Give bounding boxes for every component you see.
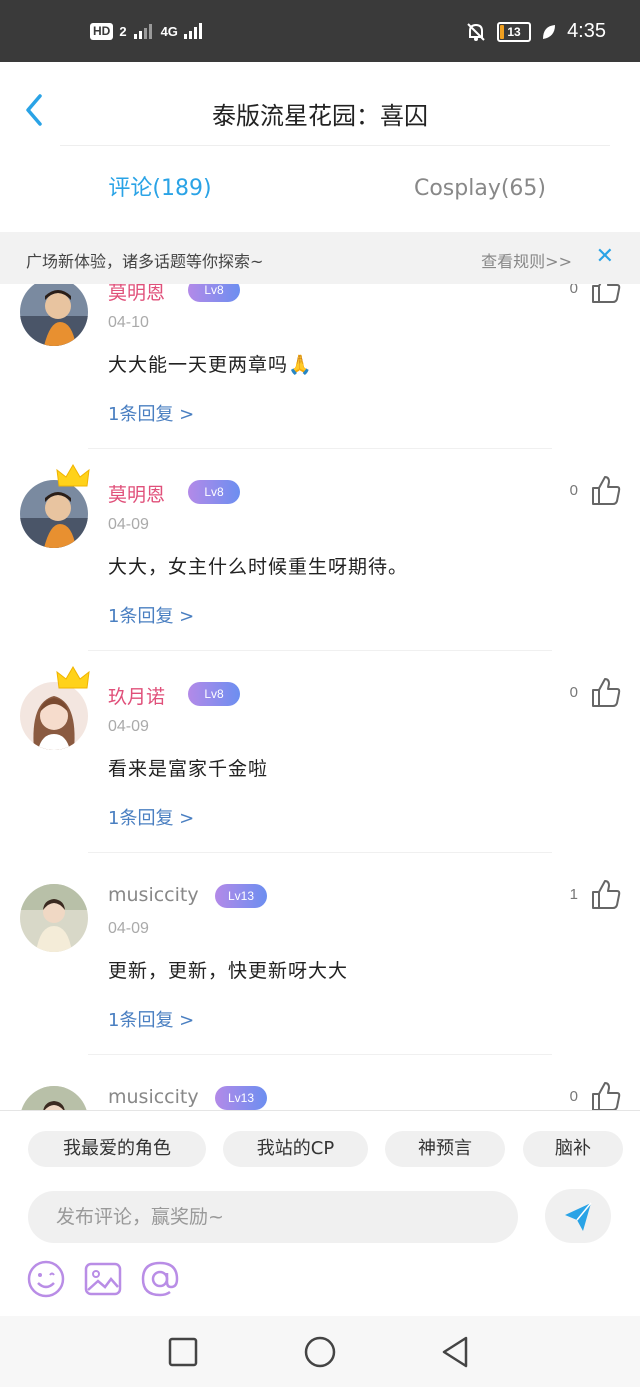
comment-date: 04-09 [108,516,149,533]
level-badge: Lv8 [188,284,240,302]
comment-text: 大大，女主什么时候重生呀期待。 [108,556,409,578]
crown-icon [56,464,90,487]
like-count: 0 [569,482,578,499]
tab-comments[interactable]: 评论(189) [0,146,320,232]
battery-level: 13 [507,24,521,39]
like-count: 0 [569,1088,578,1105]
comment-item: musiccity Lv13 0 [0,1082,640,1110]
avatar[interactable] [20,284,88,346]
emoji-icon[interactable] [26,1259,66,1299]
comment-composer: 我最爱的角色 我站的CP 神预言 脑补 [0,1110,640,1316]
avatar[interactable] [20,480,88,548]
view-rules-link[interactable]: 查看规则>> [481,248,572,272]
mute-bell-icon [467,22,485,41]
thumbs-up-icon[interactable] [590,676,622,708]
comment-date: 04-10 [108,314,149,331]
replies-link[interactable]: 1条回复 > [108,602,194,628]
topic-tag-imagination[interactable]: 脑补 [523,1131,623,1167]
divider [88,448,552,449]
topic-tag-favorite-character[interactable]: 我最爱的角色 [28,1131,206,1167]
signal-icon [133,24,152,39]
comment-item: 莫明恩 Lv8 0 04-09 大大，女主什么时候重生呀期待。 1条回复 > [0,464,640,682]
send-icon [565,1202,592,1231]
home-icon[interactable] [302,1334,338,1370]
notice-text: 广场新体验，诸多话题等你探索~ [26,252,264,271]
crown-icon [56,666,90,689]
battery-icon: 13 [497,21,532,42]
avatar[interactable] [20,884,88,952]
status-left: HD 2 4G [90,22,204,40]
username[interactable]: 莫明恩 [108,284,165,305]
comment-date: 04-09 [108,920,149,937]
thumbs-up-icon[interactable] [590,284,622,304]
notice-bar: 广场新体验，诸多话题等你探索~ 查看规则>> ✕ [0,232,640,284]
replies-link[interactable]: 1条回复 > [108,1006,194,1032]
topic-tag-cp[interactable]: 我站的CP [223,1131,368,1167]
avatar[interactable] [20,1086,88,1110]
page-title: 泰版流星花园：喜囚 [212,102,428,130]
comment-input[interactable] [28,1191,518,1243]
status-bar: HD 2 4G 13 4:35 [0,0,640,62]
comment-text: 更新，更新，快更新呀大大 [108,960,349,982]
like-count: 0 [569,684,578,701]
thumbs-up-icon[interactable] [590,474,622,506]
signal-strength-icon [183,23,202,39]
comment-list[interactable]: 莫明恩 Lv8 0 04-10 大大能一天更两章吗🙏 1条回复 > 莫明恩 Lv… [0,284,640,1110]
thumbs-up-icon[interactable] [590,1080,622,1110]
replies-link[interactable]: 1条回复 > [108,400,194,426]
comment-item: musiccity Lv13 1 04-09 更新，更新，快更新呀大大 1条回复… [0,880,640,1086]
username[interactable]: musiccity [108,1086,199,1108]
thumbs-up-icon[interactable] [590,878,622,910]
leaf-icon [543,24,556,39]
level-badge: Lv8 [188,682,240,706]
username[interactable]: musiccity [108,884,199,906]
avatar[interactable] [20,682,88,750]
send-button[interactable] [545,1189,611,1243]
header: 泰版流星花园：喜囚 [0,62,640,146]
status-right: 13 4:35 [465,20,606,43]
recent-apps-icon[interactable] [165,1334,201,1370]
comment-item: 玖月诺 Lv8 0 04-09 看来是富家千金啦 1条回复 > [0,666,640,884]
comment-text: 看来是富家千金啦 [108,758,269,780]
username[interactable]: 莫明恩 [108,480,165,507]
like-count: 0 [569,284,578,297]
image-icon[interactable] [83,1259,123,1299]
back-triangle-icon[interactable] [438,1334,474,1370]
divider [88,852,552,853]
level-badge: Lv8 [188,480,240,504]
close-icon[interactable]: ✕ [596,246,614,268]
username[interactable]: 玖月诺 [108,682,165,709]
hd-badge: HD [90,22,114,40]
comment-text: 大大能一天更两章吗🙏 [108,354,313,376]
divider [88,1054,552,1055]
tab-bar: 评论(189) Cosplay(65) [0,146,640,232]
level-badge: Lv13 [215,1086,267,1110]
mention-icon[interactable] [140,1259,180,1299]
like-count: 1 [569,886,578,903]
clock: 4:35 [567,20,606,42]
replies-link[interactable]: 1条回复 > [108,804,194,830]
comment-date: 04-09 [108,718,149,735]
divider [88,650,552,651]
network-label: 4G [160,23,178,39]
comment-item: 莫明恩 Lv8 0 04-10 大大能一天更两章吗🙏 1条回复 > [0,284,640,480]
system-nav-bar [0,1316,640,1387]
level-badge: Lv13 [215,884,267,908]
topic-tag-prediction[interactable]: 神预言 [385,1131,505,1167]
tab-cosplay[interactable]: Cosplay(65) [320,146,640,232]
sim-label: 2 [119,23,127,39]
